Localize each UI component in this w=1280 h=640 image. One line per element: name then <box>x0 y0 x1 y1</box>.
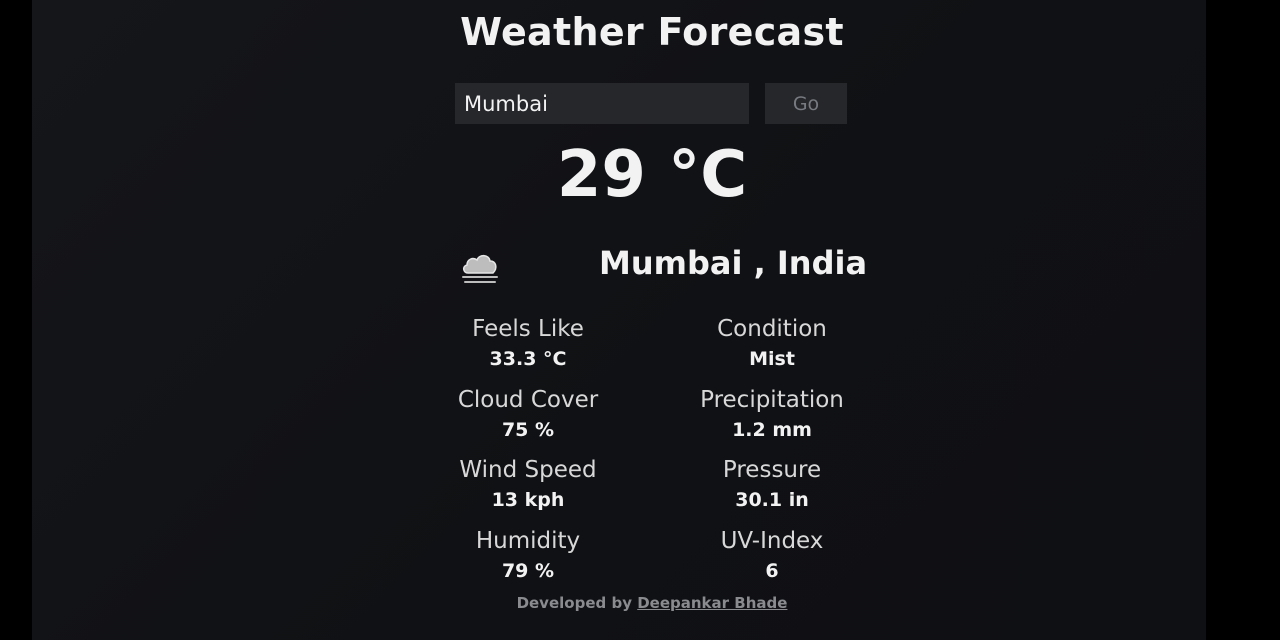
stat-label: UV-Index <box>720 528 824 554</box>
go-button[interactable]: Go <box>765 83 847 124</box>
page-title: Weather Forecast <box>460 10 844 54</box>
stat-value: 13 kph <box>491 489 565 511</box>
stat-value: Mist <box>749 348 795 370</box>
cloud-mist-icon <box>462 254 498 283</box>
stat-value: 33.3 °C <box>489 348 567 370</box>
stat-wind-speed: Wind Speed 13 kph <box>408 455 648 514</box>
current-temperature: 29 °C <box>556 138 748 212</box>
stat-cloud-cover: Cloud Cover 75 % <box>408 385 648 444</box>
stat-value: 30.1 in <box>735 489 809 511</box>
stat-uv-index: UV-Index 6 <box>652 526 892 585</box>
location-name: Mumbai , India <box>599 244 868 282</box>
stat-label: Wind Speed <box>459 457 597 483</box>
author-link[interactable]: Deepankar Bhade <box>637 594 787 612</box>
stat-label: Cloud Cover <box>457 387 599 413</box>
footer-prefix: Developed by <box>516 594 632 612</box>
stat-label: Condition <box>717 316 827 342</box>
stat-feels-like: Feels Like 33.3 °C <box>408 314 648 373</box>
stat-value: 6 <box>765 560 779 582</box>
stat-label: Humidity <box>475 528 581 554</box>
stat-humidity: Humidity 79 % <box>408 526 648 585</box>
stat-precipitation: Precipitation 1.2 mm <box>652 385 892 444</box>
city-search-input[interactable] <box>455 83 749 124</box>
stat-value: 1.2 mm <box>732 419 812 441</box>
stat-pressure: Pressure 30.1 in <box>652 455 892 514</box>
stat-label: Precipitation <box>700 387 844 413</box>
stat-value: 79 % <box>501 560 555 582</box>
footer-credit: Developed by Deepankar Bhade <box>32 594 1272 612</box>
app-panel: Weather Forecast Go 29 °C Mumbai , India… <box>32 0 1206 640</box>
stat-label: Feels Like <box>472 316 584 342</box>
stat-label: Pressure <box>722 457 822 483</box>
stat-value: 75 % <box>501 419 555 441</box>
stat-condition: Condition Mist <box>652 314 892 373</box>
